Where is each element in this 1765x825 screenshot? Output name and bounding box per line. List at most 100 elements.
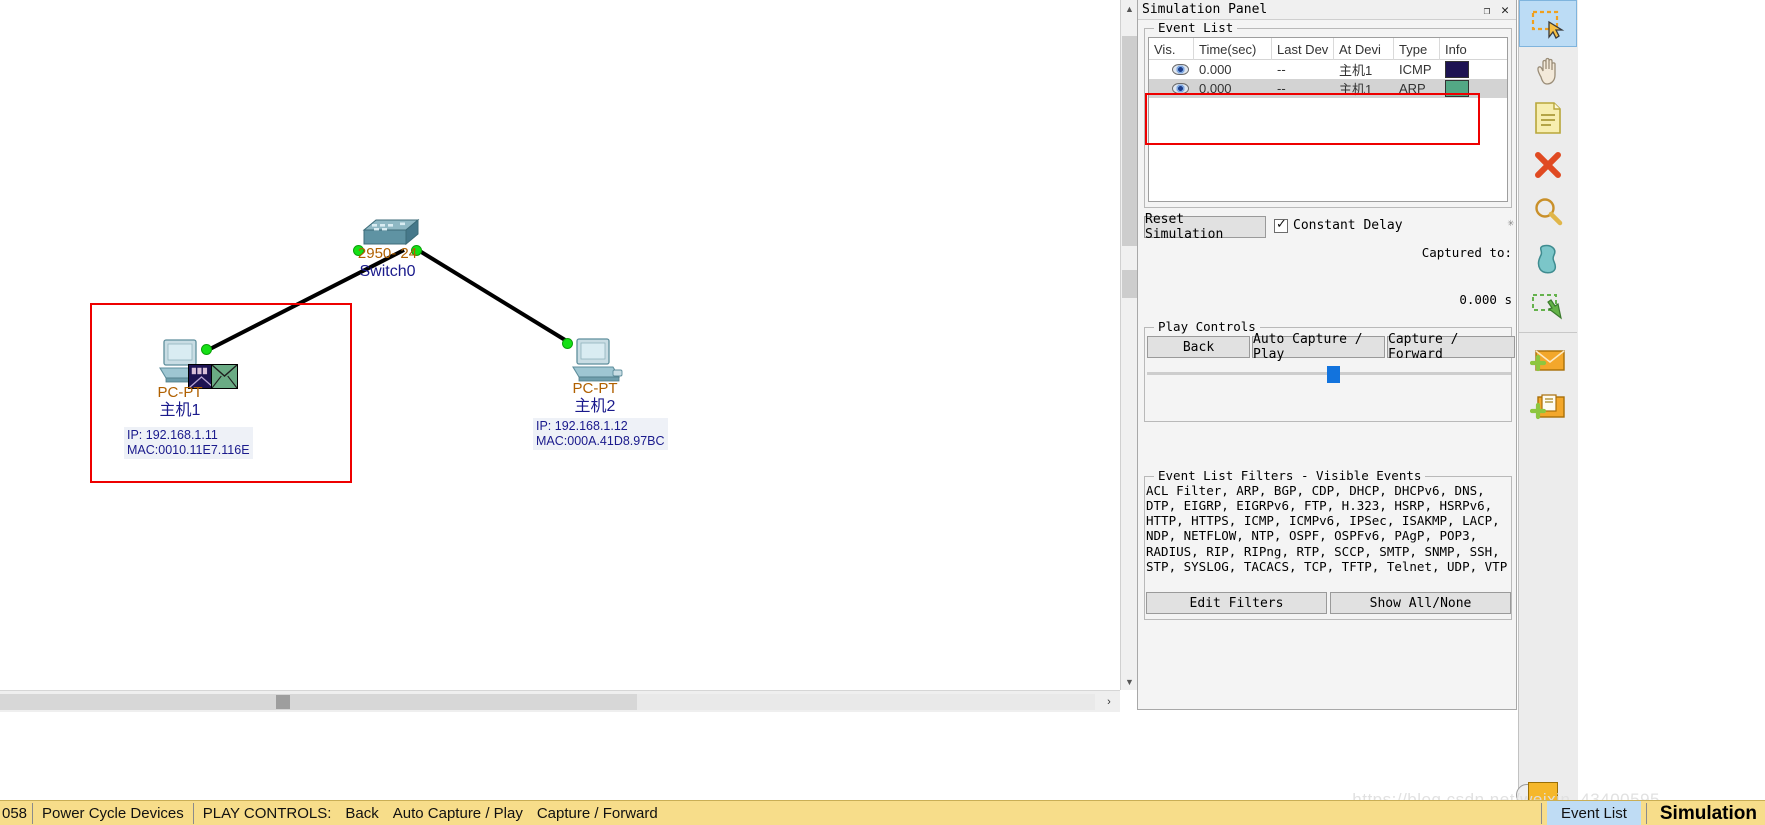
- status-auto-capture-play-button[interactable]: Auto Capture / Play: [393, 805, 523, 822]
- canvas-vertical-scrollbar[interactable]: ▲ ▼: [1120, 0, 1138, 690]
- play-speed-slider[interactable]: [1147, 366, 1511, 383]
- power-cycle-devices-button[interactable]: Power Cycle Devices: [38, 805, 188, 822]
- resize-shape-icon[interactable]: [1519, 282, 1577, 329]
- event-vis-cell[interactable]: [1149, 79, 1194, 98]
- status-capture-forward-button[interactable]: Capture / Forward: [537, 805, 658, 822]
- event-time-cell: 0.000: [1199, 62, 1232, 77]
- pc1-name: 主机1: [159, 401, 201, 419]
- play-controls-buttons: Back Auto Capture / Play Capture / Forwa…: [1147, 332, 1517, 362]
- visible-events-filter-text: ACL Filter, ARP, BGP, CDP, DHCP, DHCPv6,…: [1146, 483, 1508, 574]
- pc2-mac: MAC:000A.41D8.97BC: [536, 434, 665, 448]
- status-number: 058: [2, 804, 28, 822]
- select-icon[interactable]: [1519, 0, 1577, 47]
- pc2-model: PC-PT: [572, 380, 618, 397]
- event-list-group: Event List Vis. Time(sec) Last Dev At De…: [1144, 20, 1512, 208]
- play-controls-group: Play Controls Back Auto Capture / Play C…: [1144, 319, 1515, 422]
- pc1-label: PC-PT 主机1: [110, 384, 250, 420]
- column-header-type[interactable]: Type: [1394, 38, 1440, 60]
- vertical-scroll-thumb-secondary[interactable]: [1122, 270, 1137, 298]
- simulation-panel-title: Simulation Panel: [1142, 2, 1268, 17]
- reset-simulation-button[interactable]: Reset Simulation: [1144, 212, 1266, 242]
- constant-delay-label: Constant Delay: [1293, 218, 1403, 233]
- event-list-legend: Event List: [1154, 20, 1238, 35]
- inspect-magnifier-icon[interactable]: [1519, 188, 1577, 235]
- status-play-controls-label: PLAY CONTROLS:: [202, 804, 332, 822]
- scroll-down-arrow[interactable]: ▼: [1121, 673, 1138, 690]
- column-header-at-device[interactable]: At Devi: [1334, 38, 1394, 60]
- column-header-last-dev[interactable]: Last Dev: [1272, 38, 1334, 60]
- event-at-device-cell: 主机1: [1339, 82, 1373, 97]
- switch-label: 2950- 24 Switch0: [300, 245, 475, 281]
- status-bar: 058 Power Cycle Devices PLAY CONTROLS: B…: [0, 800, 1765, 825]
- close-icon[interactable]: ✕: [1498, 3, 1512, 18]
- status-divider: [32, 802, 34, 824]
- constant-delay-checkbox-group[interactable]: Constant Delay: [1274, 217, 1403, 233]
- delete-icon[interactable]: [1519, 141, 1577, 188]
- pc1-mac: MAC:0010.11E7.116E: [127, 443, 250, 457]
- constant-delay-checkbox[interactable]: [1274, 217, 1288, 233]
- dock-divider: [1519, 332, 1577, 333]
- scroll-up-arrow[interactable]: ▲: [1121, 0, 1138, 17]
- captured-to-label: Captured to:: [1421, 245, 1512, 261]
- event-type-cell: ICMP: [1399, 62, 1432, 77]
- column-header-vis[interactable]: Vis.: [1149, 38, 1194, 60]
- simulation-mode-label: Simulation: [1659, 802, 1757, 824]
- capture-forward-button[interactable]: Capture / Forward: [1387, 332, 1515, 362]
- eye-icon[interactable]: [1172, 83, 1189, 94]
- eye-icon[interactable]: [1172, 64, 1189, 75]
- simulation-panel-titlebar: Simulation Panel ❐ ✕: [1138, 0, 1516, 20]
- column-header-time[interactable]: Time(sec): [1194, 38, 1272, 60]
- show-all-none-button[interactable]: Show All/None: [1330, 592, 1511, 614]
- workspace-canvas[interactable]: 2950- 24 Switch0 PC-PT 主机1 IP: 192.168.1…: [0, 0, 1120, 690]
- event-last-dev-cell: --: [1277, 62, 1286, 77]
- captured-asterisk-icon: ✳: [1507, 216, 1514, 229]
- status-play-controls: PLAY CONTROLS: Back Auto Capture / Play …: [198, 804, 662, 822]
- horizontal-scroll-bar[interactable]: [0, 694, 637, 710]
- pc1-ip: IP: 192.168.1.11: [127, 428, 218, 442]
- status-divider: [192, 802, 194, 824]
- back-button[interactable]: Back: [1147, 336, 1250, 358]
- pc1-model: PC-PT: [157, 384, 203, 401]
- vertical-scroll-thumb[interactable]: [1122, 36, 1137, 246]
- event-list-filters-group: Event List Filters - Visible Events ACL …: [1144, 468, 1512, 620]
- note-icon[interactable]: [1519, 94, 1577, 141]
- pc2-ip: IP: 192.168.1.12: [536, 419, 628, 433]
- simulation-controls-row: Reset Simulation Constant Delay Captured…: [1144, 212, 1514, 307]
- event-info-cell[interactable]: [1440, 79, 1506, 98]
- scroll-right-arrow[interactable]: ›: [1100, 693, 1118, 711]
- event-at-device-cell: 主机1: [1339, 63, 1373, 78]
- packet-color-swatch: [1445, 61, 1469, 78]
- add-complex-pdu-icon[interactable]: [1519, 383, 1577, 430]
- simulation-panel: Simulation Panel ❐ ✕ Event List Vis. Tim…: [1137, 0, 1517, 710]
- draw-shape-icon[interactable]: [1519, 235, 1577, 282]
- event-last-dev-cell: --: [1277, 81, 1286, 96]
- event-vis-cell[interactable]: [1149, 60, 1194, 79]
- event-list-table[interactable]: Vis. Time(sec) Last Dev At Devi Type Inf…: [1148, 37, 1508, 202]
- edit-filters-button[interactable]: Edit Filters: [1146, 592, 1327, 614]
- filter-buttons: Edit Filters Show All/None: [1146, 592, 1511, 614]
- pc1-ip-mac-info: IP: 192.168.1.11 MAC:0010.11E7.116E: [124, 427, 253, 459]
- table-row[interactable]: 0.000 -- 主机1 ICMP: [1149, 60, 1507, 79]
- play-controls-legend: Play Controls: [1154, 319, 1260, 334]
- captured-to-value: 0.000 s: [1459, 292, 1512, 308]
- right-tool-dock: [1518, 0, 1578, 825]
- event-info-cell[interactable]: [1440, 60, 1506, 79]
- status-bar-right: Event List Simulation: [1536, 801, 1765, 825]
- pc2-label: PC-PT 主机2: [525, 380, 665, 416]
- pc2-name: 主机2: [574, 397, 616, 415]
- event-list-tab[interactable]: Event List: [1547, 801, 1641, 825]
- status-back-button[interactable]: Back: [345, 805, 378, 822]
- slider-handle[interactable]: [1327, 366, 1340, 383]
- add-simple-pdu-icon[interactable]: [1519, 336, 1577, 383]
- restore-icon[interactable]: ❐: [1480, 3, 1494, 17]
- table-row[interactable]: 0.000 -- 主机1 ARP: [1149, 79, 1507, 98]
- event-type-cell: ARP: [1399, 81, 1426, 96]
- canvas-horizontal-scrollbar[interactable]: ›: [0, 690, 1120, 712]
- auto-capture-play-button[interactable]: Auto Capture / Play: [1252, 332, 1385, 362]
- event-time-cell: 0.000: [1199, 81, 1232, 96]
- horizontal-scroll-thumb[interactable]: [276, 695, 290, 709]
- pc2-device-icon[interactable]: [569, 337, 625, 383]
- column-header-info[interactable]: Info: [1440, 38, 1506, 60]
- event-list-filters-legend: Event List Filters - Visible Events: [1154, 468, 1426, 483]
- hand-move-icon[interactable]: [1519, 47, 1577, 94]
